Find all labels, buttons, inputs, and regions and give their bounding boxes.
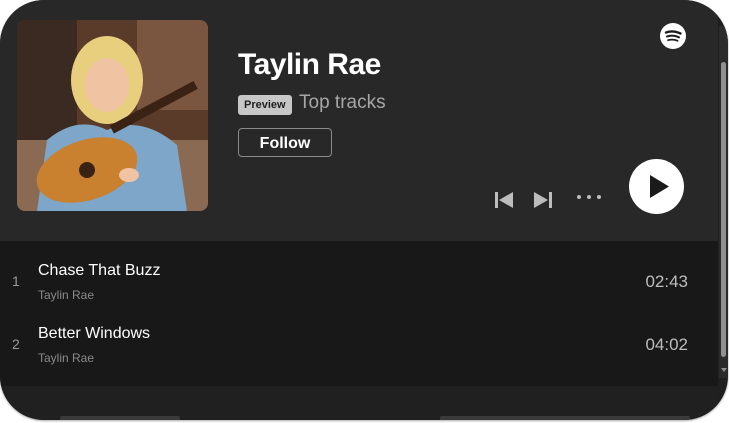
spotify-embed-widget: Taylin Rae Preview Top tracks Follow 1 C… bbox=[0, 0, 728, 420]
skip-next-icon[interactable] bbox=[533, 191, 553, 209]
track-number: 2 bbox=[12, 336, 20, 352]
top-tracks-label: Top tracks bbox=[299, 92, 386, 113]
artist-image[interactable] bbox=[17, 20, 208, 211]
track-number: 1 bbox=[12, 273, 20, 289]
more-content-strip bbox=[0, 386, 718, 420]
play-icon bbox=[650, 175, 669, 198]
track-row[interactable]: 2 Better Windows Taylin Rae 04:02 bbox=[0, 321, 718, 381]
track-artist[interactable]: Taylin Rae bbox=[38, 351, 94, 365]
artist-name[interactable]: Taylin Rae bbox=[238, 48, 381, 82]
more-options-icon[interactable] bbox=[576, 194, 602, 200]
track-duration: 04:02 bbox=[645, 335, 688, 354]
partial-text bbox=[440, 416, 690, 420]
track-duration: 02:43 bbox=[645, 272, 688, 291]
partial-text bbox=[60, 416, 180, 420]
track-title[interactable]: Better Windows bbox=[38, 325, 150, 343]
artist-header: Taylin Rae Preview Top tracks Follow bbox=[0, 0, 718, 241]
scroll-down-arrow-icon[interactable] bbox=[721, 368, 727, 372]
track-list: 1 Chase That Buzz Taylin Rae 02:43 2 Bet… bbox=[0, 241, 718, 386]
follow-button[interactable]: Follow bbox=[238, 128, 332, 157]
scrollbar[interactable] bbox=[719, 26, 728, 378]
skip-previous-icon[interactable] bbox=[494, 191, 514, 209]
track-title[interactable]: Chase That Buzz bbox=[38, 262, 160, 280]
page-frame: Taylin Rae Preview Top tracks Follow 1 C… bbox=[0, 0, 729, 423]
track-artist[interactable]: Taylin Rae bbox=[38, 288, 94, 302]
track-row[interactable]: 1 Chase That Buzz Taylin Rae 02:43 bbox=[0, 258, 718, 318]
spotify-logo-icon[interactable] bbox=[659, 22, 687, 50]
scrollbar-thumb[interactable] bbox=[721, 62, 726, 357]
preview-badge: Preview bbox=[238, 95, 292, 115]
play-button[interactable] bbox=[629, 159, 684, 214]
artist-photo-illustration bbox=[17, 20, 208, 211]
